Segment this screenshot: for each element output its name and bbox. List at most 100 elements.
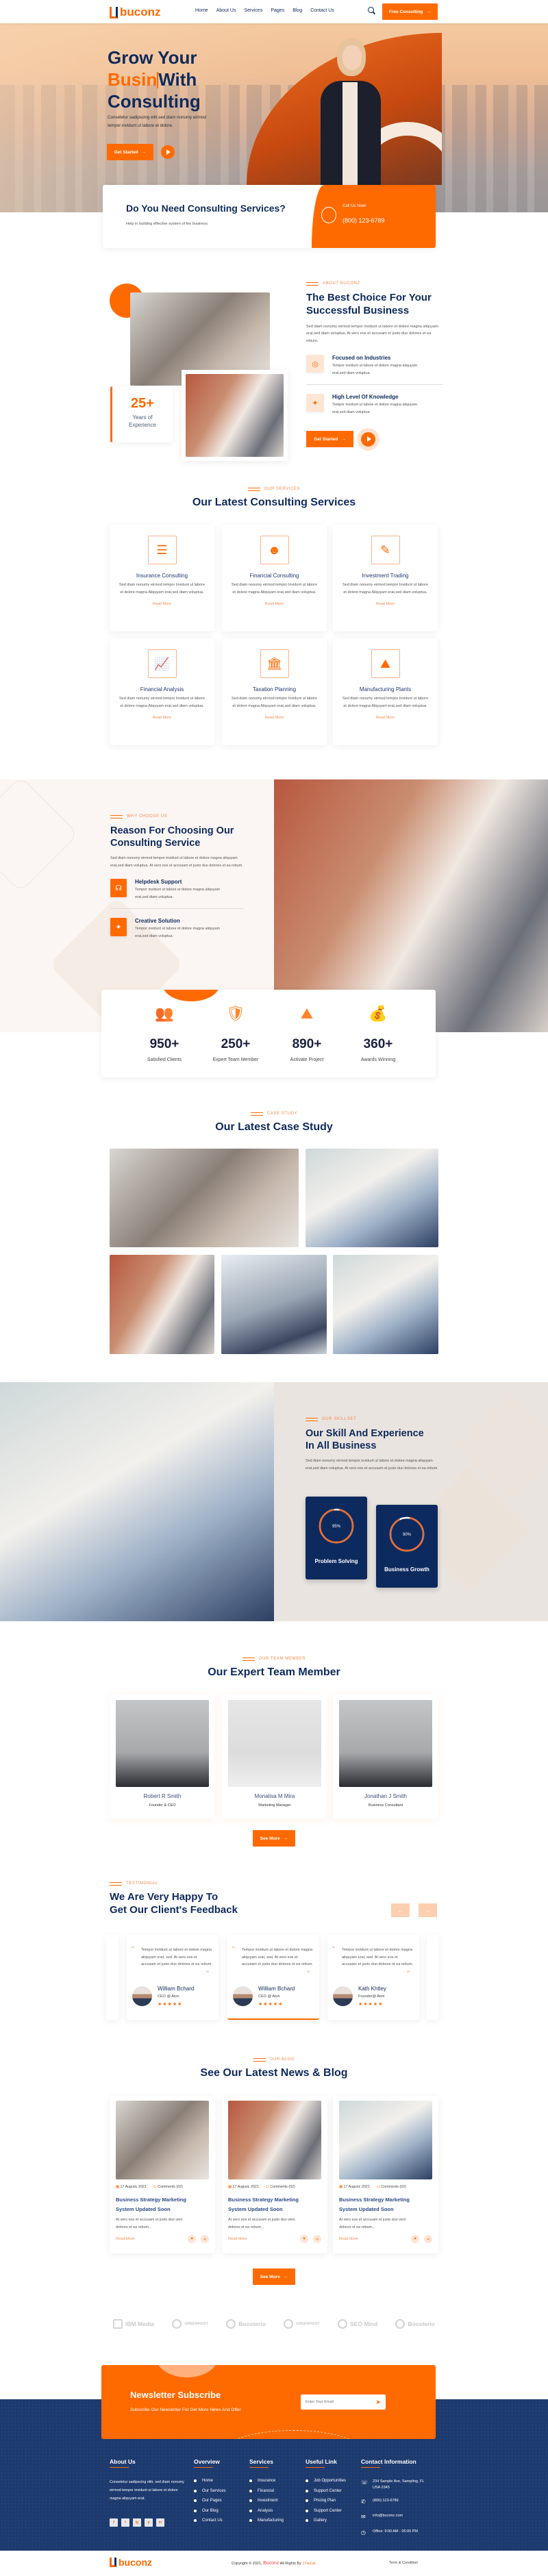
email-input[interactable] xyxy=(306,2400,367,2404)
footer-link[interactable]: Job Opportunities xyxy=(306,2479,346,2483)
carousel-prev-button[interactable]: ← xyxy=(391,1903,410,1917)
nav-item-blog[interactable]: Blog xyxy=(292,8,302,13)
share-icon[interactable]: ⋖ xyxy=(313,2235,321,2244)
play-button[interactable] xyxy=(361,432,375,447)
social-p-icon[interactable]: p xyxy=(145,2518,153,2527)
read-more-link[interactable]: Read More xyxy=(228,2237,247,2241)
document-pen-icon: ✎ xyxy=(371,536,400,564)
blog-image xyxy=(116,2101,209,2179)
quote-close-icon: ” xyxy=(307,1969,310,1979)
calendar-icon: ▦ xyxy=(228,2185,232,2189)
heart-icon[interactable]: ♥ xyxy=(411,2235,419,2244)
service-card[interactable]: ✎ Investment Trading Sed diam nonumy eir… xyxy=(333,525,438,632)
service-card[interactable]: ☻ Financial Consulting Sed diam nonumy e… xyxy=(222,525,327,632)
logo-mark-icon xyxy=(110,6,118,18)
footer-link[interactable]: Pricing Plan xyxy=(306,2499,346,2503)
testimonial-card: “ Tempor invidunt ut labore et dolore ma… xyxy=(227,1935,319,2020)
lightbulb-icon: ✦ xyxy=(306,394,324,412)
footer-link[interactable]: Contact Us xyxy=(194,2518,226,2523)
call-panel[interactable]: Call Us Now! (800) 123-6789 xyxy=(312,185,436,248)
footer-link[interactable]: Analysis xyxy=(249,2509,284,2513)
case-study-image[interactable] xyxy=(110,1149,299,1247)
stats-card: 👥 950+ Satisfied Clients 🛡 250+ Expert T… xyxy=(101,990,436,1077)
share-icon[interactable]: ⋖ xyxy=(424,2235,432,2244)
footer-link[interactable]: Our Blog xyxy=(194,2509,226,2513)
share-icon[interactable]: ⋖ xyxy=(201,2235,209,2244)
read-more-link[interactable]: Read More xyxy=(116,2237,135,2241)
nav-item-services[interactable]: Services xyxy=(244,8,262,13)
team-member-card[interactable]: Robert R Smith Founder & CEO xyxy=(110,1695,215,1818)
shield-document-icon: 🛡 xyxy=(226,1005,245,1022)
footer-link[interactable]: Investment xyxy=(249,2499,284,2503)
experience-badge: 25+ Years of Experience xyxy=(110,386,173,442)
footer-link[interactable]: Support Center xyxy=(306,2509,346,2513)
footer-link[interactable]: Support Center xyxy=(306,2489,346,2493)
blog-card[interactable]: ▦ 17 August, 2021 ▭ Comments (02) Busines… xyxy=(110,2096,215,2253)
testimonial-card: “ Tempor invidunt ut labore et dolore ma… xyxy=(127,1935,219,2020)
footer-column: Useful Link Job Opportunities Support Cent… xyxy=(306,2458,347,2523)
nav-item-contact-us[interactable]: Contact Us xyxy=(310,8,334,13)
feature-item: ✦ Creative Solution Tempor invidunt ut la… xyxy=(110,918,244,940)
send-icon[interactable]: ➤ xyxy=(375,2399,381,2406)
nav-item-home[interactable]: Home xyxy=(195,8,208,13)
search-icon[interactable] xyxy=(368,7,375,14)
quote-close-icon: ” xyxy=(407,1969,410,1979)
footer-link[interactable]: Our Pages xyxy=(194,2499,226,2503)
mountain-flag-icon: ⛰ xyxy=(300,1005,314,1022)
footer-link[interactable]: Financial xyxy=(249,2489,284,2493)
social-f-icon[interactable]: f xyxy=(110,2518,118,2527)
free-consulting-button[interactable]: Free Consulting → xyxy=(382,3,438,20)
hero-woman-image xyxy=(247,26,442,185)
carousel-next-button[interactable]: → xyxy=(419,1903,437,1917)
footer-link[interactable]: Insurance xyxy=(249,2479,284,2483)
nav-item-pages[interactable]: Pages xyxy=(271,8,284,13)
hero-play-button[interactable] xyxy=(161,145,175,159)
read-more-link[interactable]: Read More xyxy=(339,2237,358,2241)
heart-icon[interactable]: ♥ xyxy=(300,2235,308,2244)
footer-link[interactable]: Manufacturing xyxy=(249,2518,284,2523)
social-in-icon[interactable]: in xyxy=(156,2518,164,2527)
phone-location-icon: ☏ xyxy=(361,2479,369,2486)
testimonial-card-partial xyxy=(106,1935,119,2020)
read-more-link[interactable]: Read More xyxy=(333,716,438,720)
read-more-link[interactable]: Read More xyxy=(333,602,438,606)
section-tag: OUR SKILLSET xyxy=(306,1417,443,1421)
service-card[interactable]: 📈 Financial Analysis Sed diam nonumy eir… xyxy=(110,638,214,745)
blog-card[interactable]: ▦ 17 August, 2021 ▭ Comments (02) Busines… xyxy=(333,2096,438,2253)
about-get-started-button[interactable]: Get Started → xyxy=(306,431,353,448)
case-study-image[interactable] xyxy=(306,1149,438,1247)
read-more-link[interactable]: Read More xyxy=(110,716,214,720)
hero-get-started-button[interactable]: Get Started → xyxy=(107,144,153,160)
case-study-image[interactable] xyxy=(333,1255,438,1354)
service-card[interactable]: 🏛 Taxation Planning Sed diam nonumy eirm… xyxy=(222,638,327,745)
skills-content: OUR SKILLSET Our Skill And Experience In… xyxy=(306,1417,443,1472)
terms-link[interactable]: Term & Condition xyxy=(389,2561,418,2565)
partner-logo: IBM Media xyxy=(113,2319,154,2329)
read-more-link[interactable]: Read More xyxy=(222,716,327,720)
contact-item: ◷ Office: 9:00 AM - 05:00 PM xyxy=(361,2529,429,2538)
case-study-image[interactable] xyxy=(110,1255,214,1354)
logo[interactable]: buconz xyxy=(110,5,161,19)
blog-see-more-button[interactable]: See More → xyxy=(253,2268,295,2285)
partner-logo-icon xyxy=(284,2319,294,2329)
case-study-image[interactable] xyxy=(221,1255,327,1354)
team-see-more-button[interactable]: See More → xyxy=(253,1830,295,1847)
footer-link[interactable]: Gallery xyxy=(306,2518,346,2523)
social-ig-icon[interactable]: ig xyxy=(133,2518,141,2527)
phone-number: (800) 123-6789 xyxy=(342,217,385,224)
footer-column: Services Insurance Financial Investment Anal… xyxy=(249,2458,284,2523)
footer-link[interactable]: Home xyxy=(194,2479,226,2483)
team-member-card[interactable]: Jonathan J Smith Business Consultant xyxy=(333,1695,438,1818)
read-more-link[interactable]: Read More xyxy=(110,602,214,606)
nav-item-about-us[interactable]: About Us xyxy=(216,8,236,13)
read-more-link[interactable]: Read More xyxy=(222,602,327,606)
team-icon: 👥 xyxy=(155,1005,174,1022)
footer-link[interactable]: Our Services xyxy=(194,2489,226,2493)
heart-icon[interactable]: ♥ xyxy=(188,2235,196,2244)
author-link[interactable]: 17sucai. xyxy=(302,2562,316,2566)
service-card[interactable]: ⛰ Manufacturing Plants Sed diam nonumy e… xyxy=(333,638,438,745)
social-t-icon[interactable]: t xyxy=(121,2518,129,2527)
service-card[interactable]: ☰ Insurance Consulting Sed diam nonumy e… xyxy=(110,525,214,632)
team-member-card[interactable]: Monalisa M Mira Marketing Manager xyxy=(222,1695,327,1818)
blog-card[interactable]: ▦ 17 August, 2021 ▭ Comments (02) Busines… xyxy=(222,2096,327,2253)
